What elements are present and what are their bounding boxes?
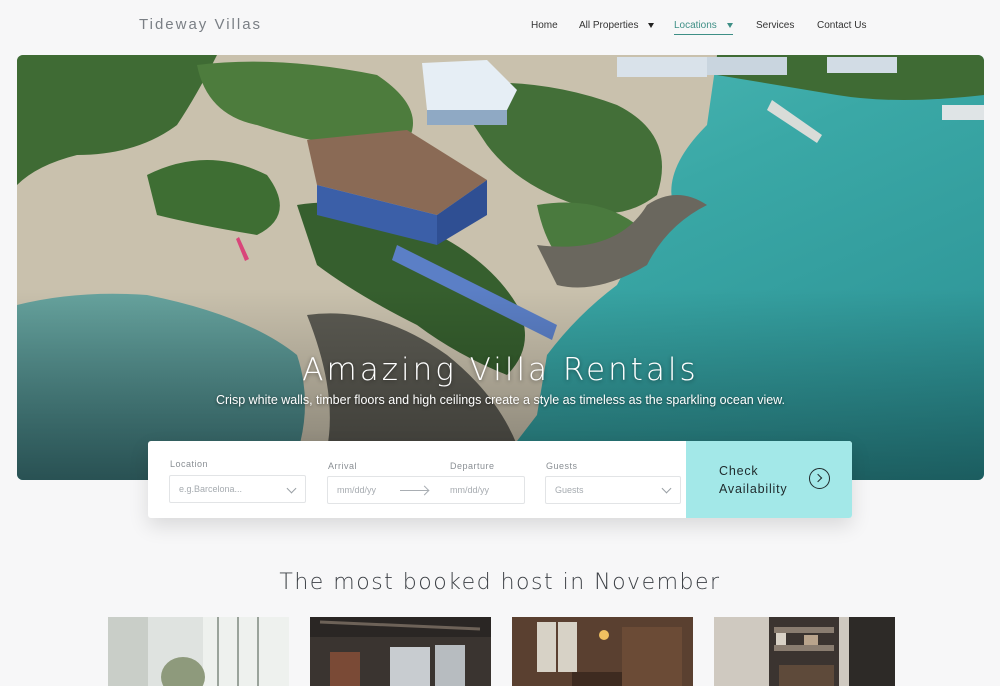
- hero-banner: Amazing Villa Rentals Crisp white walls,…: [17, 55, 984, 480]
- hero-title: Amazing Villa Rentals: [302, 352, 699, 388]
- check-availability-label: Check Availability: [719, 464, 788, 496]
- arrival-input[interactable]: mm/dd/yy: [337, 485, 376, 495]
- departure-input[interactable]: mm/dd/yy: [450, 485, 489, 495]
- host-card-image: [108, 617, 289, 686]
- nav-locations-label: Locations: [674, 20, 717, 31]
- nav-home-label: Home: [531, 20, 558, 31]
- departure-label: Departure: [450, 461, 495, 471]
- nav-home[interactable]: Home: [531, 20, 558, 31]
- caret-down-icon: [648, 23, 655, 28]
- nav-services[interactable]: Services: [756, 20, 794, 31]
- arrow-right-icon: [400, 490, 428, 491]
- host-card[interactable]: [310, 617, 491, 686]
- site-header: Tideway Villas Home All Properties Locat…: [0, 0, 1000, 55]
- section-title: The most booked host in November: [279, 570, 721, 595]
- nav-locations[interactable]: Locations: [674, 20, 733, 35]
- chevron-down-icon: [286, 483, 297, 494]
- host-card-image: [714, 617, 895, 686]
- nav-contact-us[interactable]: Contact Us: [817, 20, 866, 31]
- location-select[interactable]: e.g.Barcelona...: [169, 475, 306, 503]
- check-availability-button[interactable]: Check Availability: [686, 441, 852, 518]
- main-nav: Home All Properties Locations Services C…: [0, 20, 1000, 40]
- arrow-right-circle-icon: [809, 468, 830, 489]
- hero-aerial-image: [17, 55, 984, 480]
- location-label: Location: [170, 459, 209, 469]
- host-card-image: [512, 617, 693, 686]
- host-card-image: [310, 617, 491, 686]
- caret-down-icon: [726, 23, 733, 28]
- chevron-down-icon: [661, 483, 672, 494]
- nav-services-label: Services: [756, 20, 795, 31]
- guests-placeholder: Guests: [555, 485, 584, 495]
- hero-subtitle: Crisp white walls, timber floors and hig…: [215, 393, 785, 407]
- location-placeholder: e.g.Barcelona...: [179, 484, 243, 494]
- nav-all-properties-label: All Properties: [579, 20, 639, 31]
- host-card[interactable]: [512, 617, 693, 686]
- arrival-label: Arrival: [328, 461, 358, 471]
- availability-search-bar: Location e.g.Barcelona... Arrival Depart…: [148, 441, 852, 518]
- nav-all-properties[interactable]: All Properties: [579, 20, 655, 31]
- guests-label: Guests: [546, 461, 578, 471]
- guests-select[interactable]: Guests: [545, 476, 681, 504]
- date-range-field[interactable]: mm/dd/yy mm/dd/yy: [327, 476, 525, 504]
- nav-contact-us-label: Contact Us: [817, 20, 867, 31]
- host-card[interactable]: [108, 617, 289, 686]
- host-card[interactable]: [714, 617, 895, 686]
